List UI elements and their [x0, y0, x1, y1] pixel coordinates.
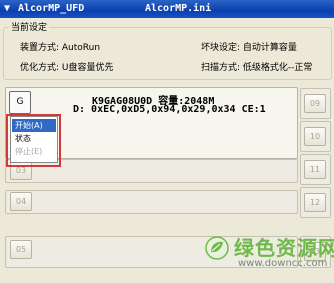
flash-id-ce: D: 0xEC,0xD5,0x94,0x29,0x34 CE:1: [73, 104, 266, 115]
slot-number-11[interactable]: 11: [304, 160, 326, 179]
slot-number-09[interactable]: 09: [304, 94, 326, 113]
leaf-logo-icon: [205, 236, 229, 260]
config-file-name: AlcorMP.ini: [145, 3, 212, 14]
port-g-button[interactable]: G: [9, 91, 31, 114]
watermark-text: 绿色资源网: [234, 236, 334, 260]
app-title: AlcorMP_UFD: [18, 3, 85, 14]
device-slot-04[interactable]: [5, 190, 298, 214]
slot-number-05[interactable]: 05: [10, 240, 32, 259]
slot-number-04[interactable]: 04: [10, 192, 32, 211]
optimize-mode-text: 优化方式: U盘容量优先: [20, 63, 114, 73]
install-mode-text: 装置方式: AutoRun: [20, 43, 101, 53]
current-settings-label: 当前设定: [9, 20, 50, 33]
scan-mode-text: 扫描方式: 低级格式化--正常: [201, 63, 313, 73]
highlight-outline: [6, 114, 61, 167]
title-bar[interactable]: ▼ AlcorMP_UFD AlcorMP.ini: [0, 0, 334, 18]
window-menu-icon[interactable]: ▼: [4, 3, 14, 14]
slot-number-10[interactable]: 10: [304, 127, 326, 146]
bad-block-text: 坏块设定: 自动计算容量: [201, 43, 297, 53]
watermark-url: www.downcc.com: [238, 258, 328, 269]
slot-number-12[interactable]: 12: [304, 193, 326, 212]
